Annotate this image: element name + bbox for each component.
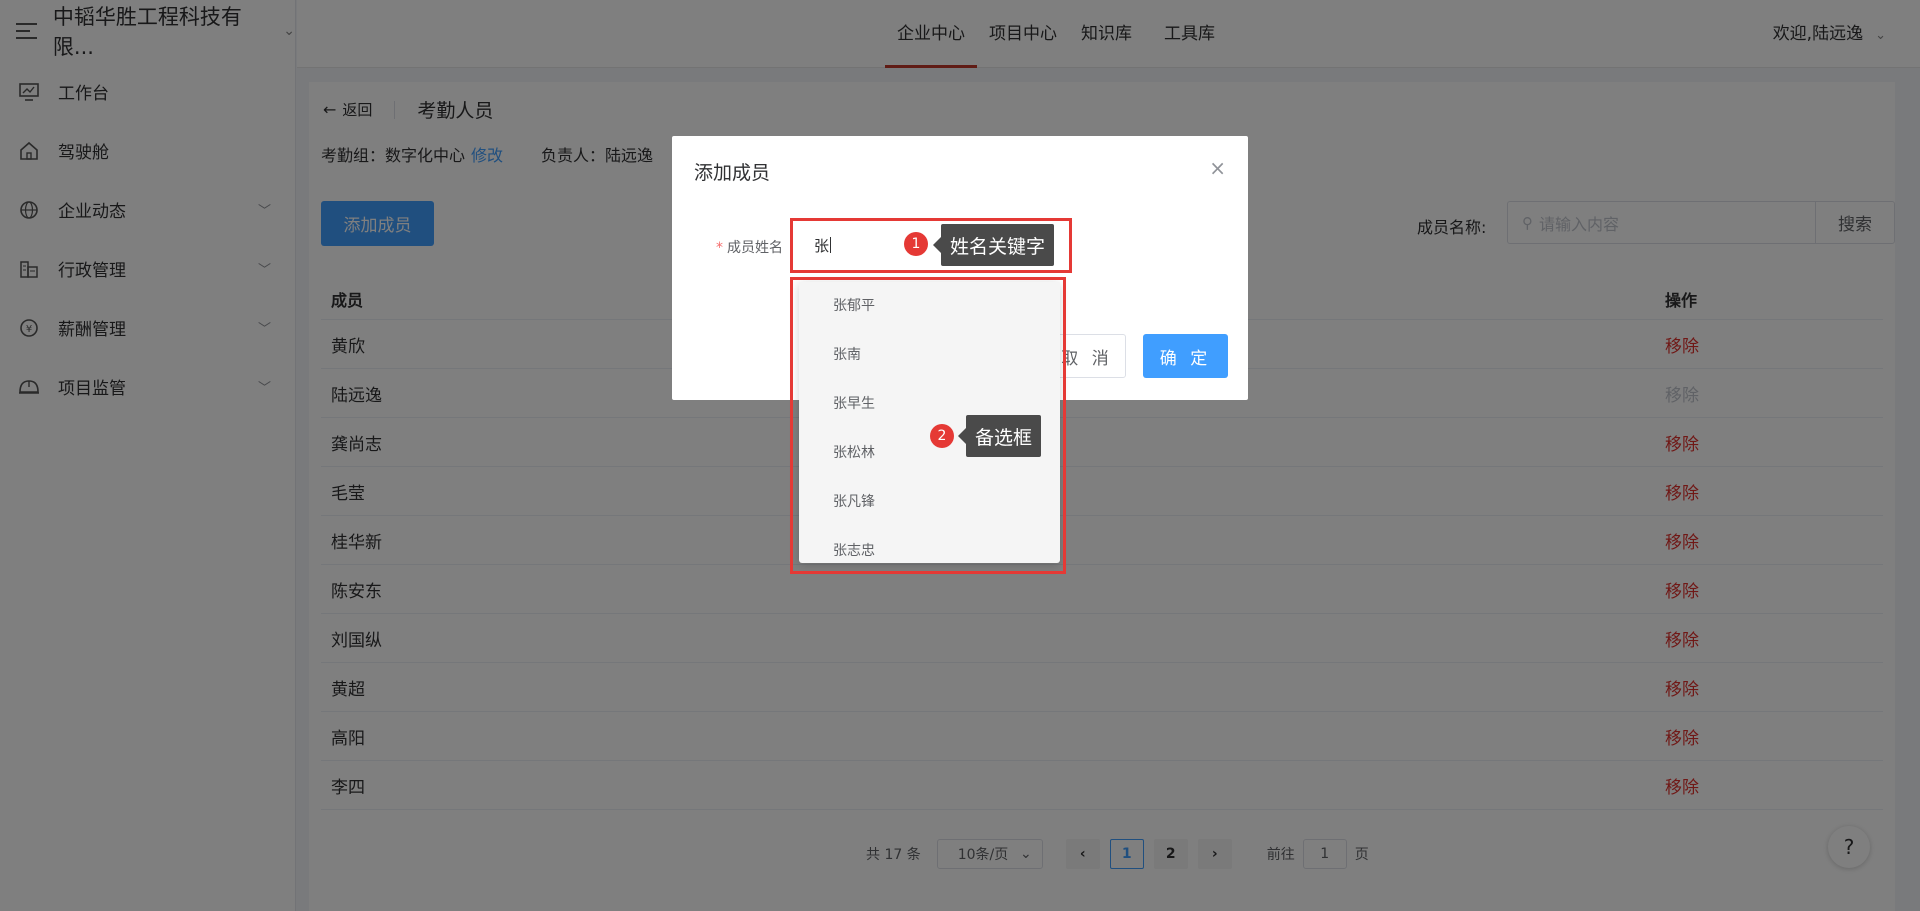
annotation-badge-2: 2 xyxy=(930,424,954,448)
field-label-text: 成员姓名 xyxy=(727,240,783,256)
close-icon[interactable]: × xyxy=(1209,156,1226,180)
dialog-title: 添加成员 xyxy=(694,162,771,184)
annotation-tip-2: 备选框 xyxy=(957,415,1042,457)
confirm-button[interactable]: 确 定 xyxy=(1143,334,1228,378)
annotation-badge-1: 1 xyxy=(904,232,928,256)
member-name-label: * 成员姓名 xyxy=(716,237,783,257)
required-mark: * xyxy=(716,240,723,256)
annotation-tip-1: 姓名关键字 xyxy=(932,224,1055,266)
